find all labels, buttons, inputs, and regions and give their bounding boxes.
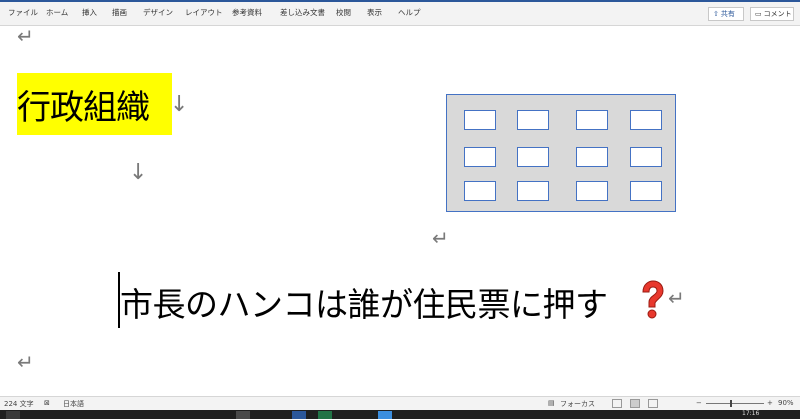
chart-box[interactable] bbox=[517, 110, 549, 130]
chart-box[interactable] bbox=[630, 110, 662, 130]
proofing-icon[interactable]: ⊠ bbox=[44, 399, 50, 407]
chart-box[interactable] bbox=[464, 181, 496, 201]
tab-design[interactable]: デザイン bbox=[143, 7, 173, 18]
share-label: 共有 bbox=[720, 10, 735, 18]
chart-box[interactable] bbox=[464, 110, 496, 130]
tab-review[interactable]: 校閲 bbox=[336, 7, 351, 18]
document-canvas[interactable]: ↵ 行政組織 ↓ ↓ ↵ 市長のハンコは誰が住民票に押す ↵ ↵ bbox=[0, 26, 800, 396]
organization-chart-shape[interactable] bbox=[446, 94, 676, 212]
heading-text[interactable]: 行政組織 bbox=[17, 80, 150, 129]
zoom-out-button[interactable]: − bbox=[696, 399, 702, 407]
tab-references[interactable]: 参考資料 bbox=[232, 7, 262, 18]
taskbar-clock[interactable]: 17:16 bbox=[742, 410, 759, 417]
read-mode-icon[interactable] bbox=[612, 399, 622, 408]
comments-button[interactable]: ▭ コメント bbox=[750, 7, 794, 21]
zoom-slider-track[interactable] bbox=[706, 403, 764, 404]
share-button[interactable]: ⇧ 共有 bbox=[708, 7, 744, 21]
line-break-arrow-icon: ↓ bbox=[129, 160, 148, 185]
tab-file[interactable]: ファイル bbox=[8, 7, 38, 18]
zoom-slider-thumb[interactable] bbox=[730, 400, 732, 407]
word-app-icon[interactable] bbox=[292, 411, 306, 419]
paragraph-mark-icon: ↵ bbox=[17, 24, 34, 48]
line-break-arrow-icon: ↓ bbox=[170, 92, 189, 117]
chart-box[interactable] bbox=[630, 147, 662, 167]
tab-layout[interactable]: レイアウト bbox=[185, 7, 223, 18]
word-count[interactable]: 224 文字 bbox=[4, 399, 34, 409]
chart-box[interactable] bbox=[517, 147, 549, 167]
chart-box[interactable] bbox=[517, 181, 549, 201]
browser-app-icon[interactable] bbox=[378, 411, 392, 419]
tab-mailings[interactable]: 差し込み文書 bbox=[280, 7, 325, 18]
chart-box[interactable] bbox=[464, 147, 496, 167]
chart-box[interactable] bbox=[576, 147, 608, 167]
taskbar-app-icon[interactable] bbox=[236, 411, 250, 419]
comments-label: コメント bbox=[763, 10, 792, 18]
zoom-level[interactable]: 90% bbox=[778, 399, 794, 407]
chart-box[interactable] bbox=[576, 181, 608, 201]
tab-view[interactable]: 表示 bbox=[367, 7, 382, 18]
status-bar: 224 文字 ⊠ 日本語 ▤ フォーカス − + 90% bbox=[0, 396, 800, 410]
chart-box[interactable] bbox=[576, 110, 608, 130]
focus-mode-label[interactable]: フォーカス bbox=[560, 399, 595, 409]
focus-icon[interactable]: ▤ bbox=[548, 399, 555, 407]
web-layout-icon[interactable] bbox=[648, 399, 658, 408]
tab-draw[interactable]: 描画 bbox=[112, 7, 127, 18]
tab-help[interactable]: ヘルプ bbox=[398, 7, 421, 18]
language-indicator[interactable]: 日本語 bbox=[63, 399, 84, 409]
tab-insert[interactable]: 挿入 bbox=[82, 7, 97, 18]
zoom-in-button[interactable]: + bbox=[767, 399, 773, 407]
windows-taskbar: 17:16 bbox=[0, 410, 800, 419]
ribbon-tab-bar: ファイル ホーム 挿入 描画 デザイン レイアウト 参考資料 差し込み文書 校閲… bbox=[0, 2, 800, 26]
paragraph-mark-icon: ↵ bbox=[432, 226, 449, 250]
paragraph-mark-icon: ↵ bbox=[668, 286, 685, 310]
chart-box[interactable] bbox=[630, 181, 662, 201]
paragraph-mark-icon: ↵ bbox=[17, 350, 34, 374]
red-question-mark-icon bbox=[642, 280, 664, 319]
share-icon: ⇧ bbox=[713, 10, 719, 18]
main-question-text[interactable]: 市長のハンコは誰が住民票に押す bbox=[120, 278, 608, 326]
tab-home[interactable]: ホーム bbox=[46, 7, 68, 18]
excel-app-icon[interactable] bbox=[318, 411, 332, 419]
print-layout-icon[interactable] bbox=[630, 399, 640, 408]
start-icon[interactable] bbox=[6, 411, 20, 419]
comment-icon: ▭ bbox=[755, 10, 762, 18]
